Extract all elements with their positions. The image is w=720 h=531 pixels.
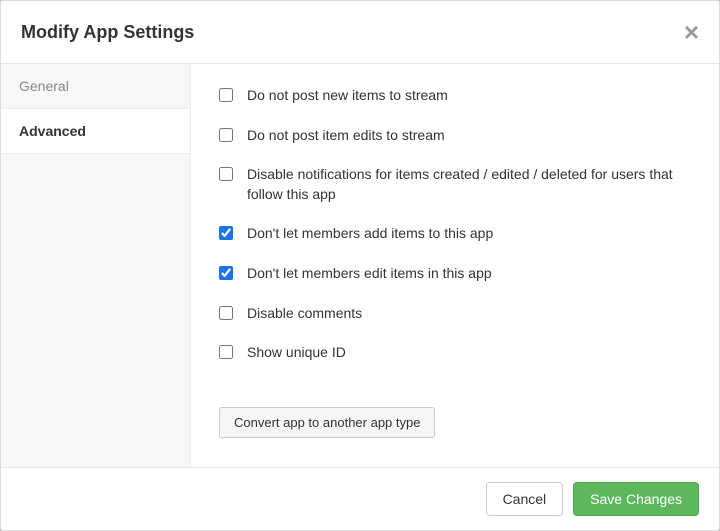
option-no-edit-items: Don't let members edit items in this app [219, 264, 691, 284]
option-label[interactable]: Disable notifications for items created … [247, 165, 691, 204]
checkbox-disable-notifications[interactable] [219, 167, 233, 181]
save-changes-button[interactable]: Save Changes [573, 482, 699, 516]
option-label[interactable]: Do not post item edits to stream [247, 126, 445, 146]
checkbox-no-add-items[interactable] [219, 226, 233, 240]
sidebar-item-general[interactable]: General [1, 64, 190, 109]
option-disable-comments: Disable comments [219, 304, 691, 324]
convert-app-type-button[interactable]: Convert app to another app type [219, 407, 435, 438]
modal-header: Modify App Settings × [1, 1, 719, 64]
option-label[interactable]: Show unique ID [247, 343, 346, 363]
option-label[interactable]: Don't let members add items to this app [247, 224, 493, 244]
sidebar-item-label: General [19, 78, 69, 94]
option-no-post-edits: Do not post item edits to stream [219, 126, 691, 146]
modal-title: Modify App Settings [21, 22, 194, 43]
option-label[interactable]: Disable comments [247, 304, 362, 324]
option-no-add-items: Don't let members add items to this app [219, 224, 691, 244]
checkbox-no-post-edits[interactable] [219, 128, 233, 142]
checkbox-show-unique-id[interactable] [219, 345, 233, 359]
modal-body: General Advanced Do not post new items t… [1, 64, 719, 467]
sidebar-item-label: Advanced [19, 123, 86, 139]
modify-app-settings-modal: Modify App Settings × General Advanced D… [0, 0, 720, 531]
checkbox-disable-comments[interactable] [219, 306, 233, 320]
option-label[interactable]: Don't let members edit items in this app [247, 264, 492, 284]
settings-content: Do not post new items to stream Do not p… [191, 64, 719, 467]
checkbox-no-edit-items[interactable] [219, 266, 233, 280]
sidebar-item-advanced[interactable]: Advanced [1, 109, 190, 154]
option-show-unique-id: Show unique ID [219, 343, 691, 363]
option-label[interactable]: Do not post new items to stream [247, 86, 448, 106]
settings-sidebar: General Advanced [1, 64, 191, 467]
close-icon[interactable]: × [684, 19, 699, 45]
cancel-button[interactable]: Cancel [486, 482, 564, 516]
checkbox-no-post-new[interactable] [219, 88, 233, 102]
option-disable-notifications: Disable notifications for items created … [219, 165, 691, 204]
option-no-post-new: Do not post new items to stream [219, 86, 691, 106]
modal-footer: Cancel Save Changes [1, 467, 719, 530]
